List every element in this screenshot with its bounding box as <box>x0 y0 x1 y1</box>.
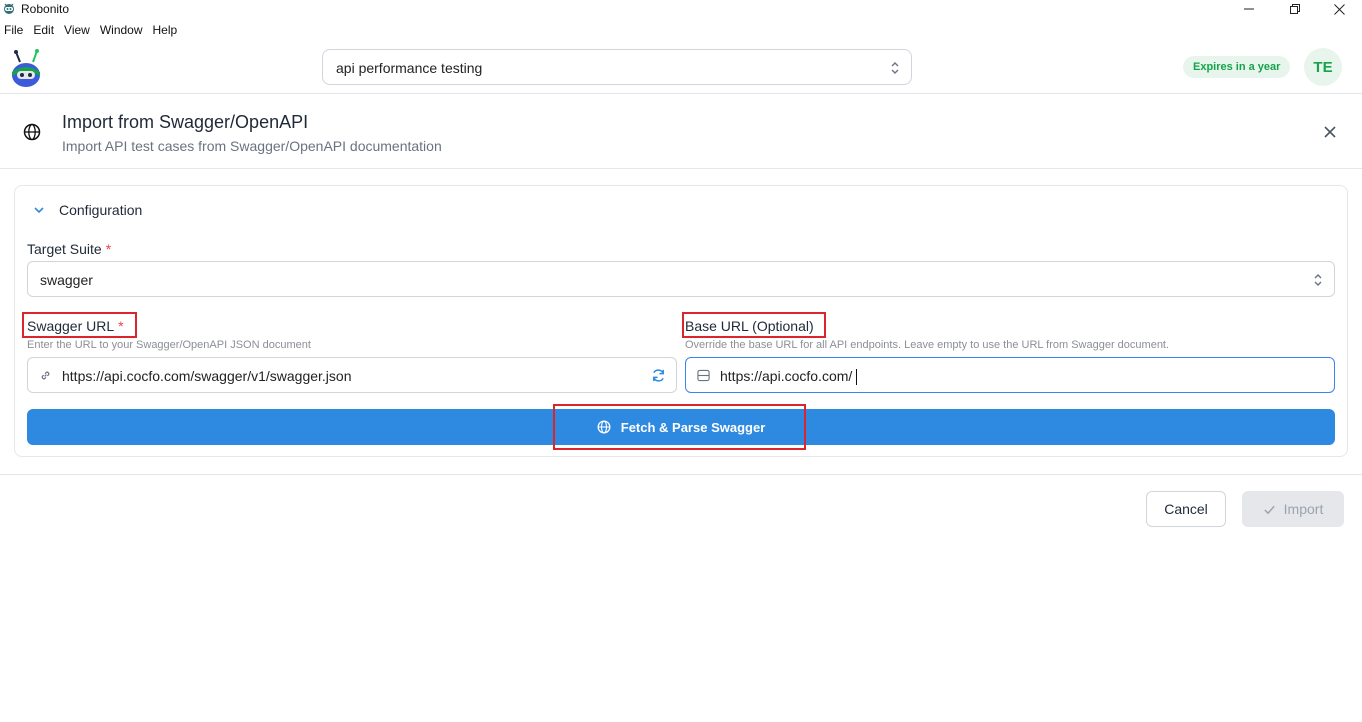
check-icon <box>1263 505 1275 514</box>
target-suite-select[interactable]: swagger <box>27 261 1335 297</box>
target-suite-label: Target Suite * <box>27 241 112 257</box>
menu-edit[interactable]: Edit <box>28 21 59 39</box>
robonito-logo-icon <box>4 3 14 14</box>
dialog-subtitle: Import API test cases from Swagger/OpenA… <box>62 138 442 154</box>
highlight-swagger-url-label <box>22 312 137 338</box>
cancel-button[interactable]: Cancel <box>1146 491 1226 527</box>
robonito-robot-logo[interactable] <box>8 48 44 88</box>
window-titlebar: Robonito <box>0 0 1362 18</box>
close-icon <box>1333 3 1345 15</box>
swagger-url-input[interactable]: https://api.cocfo.com/swagger/v1/swagger… <box>27 357 677 393</box>
restore-icon <box>1290 4 1300 14</box>
minimize-icon <box>1244 8 1254 10</box>
highlight-fetch-button <box>553 404 806 450</box>
close-window-button[interactable] <box>1316 0 1362 18</box>
import-button[interactable]: Import <box>1242 491 1344 527</box>
chevron-up-down-icon <box>891 62 899 74</box>
text-caret <box>856 369 858 386</box>
refresh-icon[interactable] <box>651 368 666 383</box>
dialog-header: Import from Swagger/OpenAPI Import API t… <box>0 95 1362 169</box>
section-title[interactable]: Configuration <box>59 202 142 218</box>
swagger-url-value: https://api.cocfo.com/swagger/v1/swagger… <box>62 368 352 384</box>
swagger-url-help: Enter the URL to your Swagger/OpenAPI JS… <box>27 339 311 351</box>
globe-icon <box>23 123 41 141</box>
window-title: Robonito <box>21 2 70 16</box>
server-icon <box>697 369 710 382</box>
chevron-down-icon[interactable] <box>33 204 45 216</box>
base-url-value: https://api.cocfo.com/ <box>720 368 858 386</box>
avatar-initials: TE <box>1313 58 1333 76</box>
menu-help[interactable]: Help <box>148 21 183 39</box>
chevron-up-down-icon <box>1314 274 1322 286</box>
link-icon <box>41 371 50 380</box>
base-url-help: Override the base URL for all API endpoi… <box>685 339 1170 351</box>
target-suite-value: swagger <box>40 272 93 288</box>
import-button-label: Import <box>1283 501 1324 517</box>
dialog-title: Import from Swagger/OpenAPI <box>62 112 309 132</box>
highlight-base-url-label <box>682 312 826 338</box>
license-expiry-badge: Expires in a year <box>1183 56 1291 78</box>
menu-view[interactable]: View <box>59 21 95 39</box>
menu-bar: File Edit View Window Help <box>0 21 182 39</box>
project-select-value: api performance testing <box>336 60 483 76</box>
menu-file[interactable]: File <box>0 21 28 39</box>
project-select[interactable]: api performance testing <box>322 49 912 85</box>
app-header: api performance testing Expires in a yea… <box>0 40 1362 94</box>
close-dialog-icon[interactable] <box>1322 124 1338 140</box>
user-avatar[interactable]: TE <box>1304 48 1342 86</box>
footer-divider <box>0 474 1362 475</box>
menu-window[interactable]: Window <box>95 21 148 39</box>
minimize-button[interactable] <box>1226 0 1272 18</box>
base-url-input[interactable]: https://api.cocfo.com/ <box>685 357 1335 393</box>
restore-button[interactable] <box>1272 0 1318 18</box>
